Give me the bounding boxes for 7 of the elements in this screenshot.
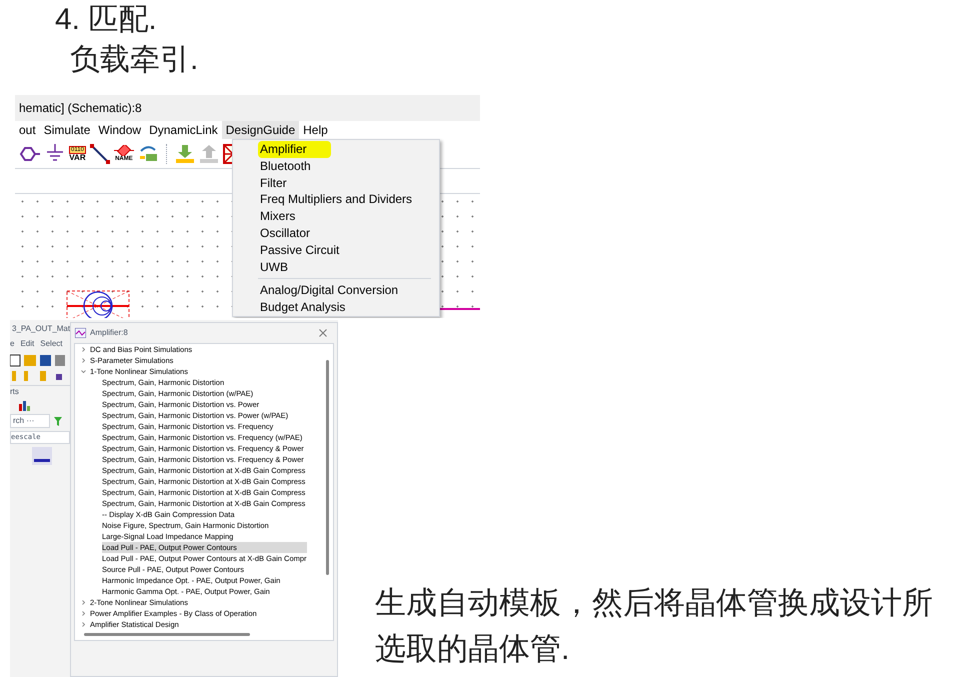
dialog-title: Amplifier:8 (90, 327, 129, 339)
window-title: hematic] (Schematic):8 (15, 95, 480, 121)
handwritten-note: 4. 匹配. (55, 2, 158, 38)
handwritten-note: 生成自动模板，然后将晶体管换成设计所 (375, 584, 933, 622)
handwritten-note: 选取的晶体管. (375, 630, 571, 668)
handwritten-note: 负载牵引. (69, 42, 200, 78)
window-title: 3_PA_OUT_Mat (11, 323, 70, 335)
